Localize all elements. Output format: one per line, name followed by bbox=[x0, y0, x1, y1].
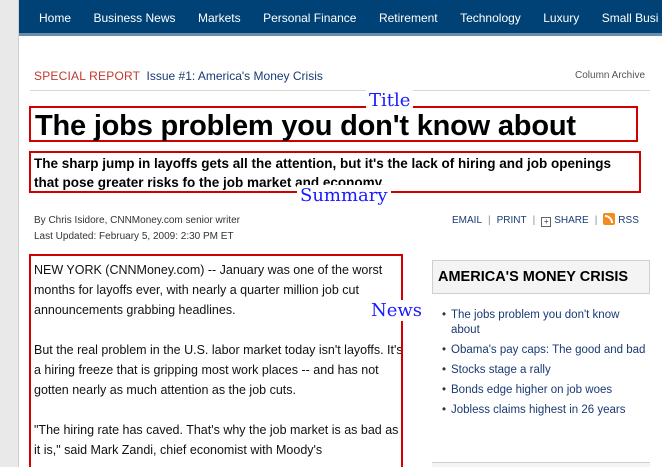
sidebar-item-link[interactable]: Stocks stage a rally bbox=[442, 363, 650, 378]
byline: By Chris Isidore, CNNMoney.com senior wr… bbox=[34, 213, 240, 245]
author-line: By Chris Isidore, CNNMoney.com senior wr… bbox=[34, 215, 240, 226]
nav-business-news[interactable]: Business News bbox=[93, 0, 175, 33]
rss-link[interactable]: RSS bbox=[603, 213, 639, 226]
nav-home[interactable]: Home bbox=[39, 0, 71, 33]
tool-separator: | bbox=[532, 215, 536, 226]
article-title: The jobs problem you don't know about bbox=[35, 110, 576, 142]
special-report-header: SPECIAL REPORT Issue #1: America's Money… bbox=[34, 69, 323, 83]
rss-icon bbox=[603, 213, 616, 225]
divider bbox=[30, 90, 650, 91]
share-link[interactable]: + SHARE bbox=[541, 215, 589, 227]
share-label: SHARE bbox=[554, 215, 589, 226]
nav-personal-finance[interactable]: Personal Finance bbox=[263, 0, 356, 33]
article-paragraph: "The hiring rate has caved. That's why t… bbox=[34, 423, 399, 457]
nav-luxury[interactable]: Luxury bbox=[543, 0, 579, 33]
email-link[interactable]: EMAIL bbox=[452, 215, 482, 226]
sidebar-item-link[interactable]: The jobs problem you don't know about bbox=[442, 308, 650, 338]
page-gutter bbox=[0, 0, 19, 467]
sidebar-list: The jobs problem you don't know about Ob… bbox=[432, 308, 650, 418]
news-annotation-box: NEW YORK (CNNMoney.com) -- January was o… bbox=[29, 254, 403, 467]
nav-small-business[interactable]: Small Busi bbox=[602, 0, 659, 33]
special-report-label: SPECIAL REPORT bbox=[34, 69, 141, 83]
news-annotation-label: News bbox=[368, 300, 426, 321]
article-paragraph: NEW YORK (CNNMoney.com) -- January was o… bbox=[34, 263, 383, 317]
sidebar-item-link[interactable]: Bonds edge higher on job woes bbox=[442, 383, 650, 398]
title-annotation-box: The jobs problem you don't know about bbox=[29, 106, 638, 142]
related-stories-sidebar: AMERICA'S MONEY CRISIS The jobs problem … bbox=[432, 260, 650, 467]
tool-separator: | bbox=[594, 215, 598, 226]
rss-label: RSS bbox=[618, 215, 639, 226]
sidebar-item-link[interactable]: Jobless claims highest in 26 years bbox=[442, 403, 650, 418]
sidebar-next-box bbox=[432, 462, 650, 467]
nav-technology[interactable]: Technology bbox=[460, 0, 521, 33]
top-navigation: Home Business News Markets Personal Fina… bbox=[19, 0, 662, 36]
sidebar-item-link[interactable]: Obama's pay caps: The good and bad bbox=[442, 343, 650, 358]
nav-markets[interactable]: Markets bbox=[198, 0, 241, 33]
share-plus-icon: + bbox=[541, 217, 552, 227]
special-report-issue-link[interactable]: Issue #1: America's Money Crisis bbox=[147, 69, 323, 83]
article-tools: EMAIL | PRINT | + SHARE | RSS bbox=[452, 213, 639, 227]
print-link[interactable]: PRINT bbox=[497, 215, 527, 226]
sidebar-heading: AMERICA'S MONEY CRISIS bbox=[432, 260, 650, 294]
summary-annotation-label: Summary bbox=[297, 185, 391, 206]
title-annotation-label: Title bbox=[366, 90, 414, 111]
article-paragraph: But the real problem in the U.S. labor m… bbox=[34, 343, 403, 397]
tool-separator: | bbox=[488, 215, 491, 226]
updated-timestamp: Last Updated: February 5, 2009: 2:30 PM … bbox=[34, 231, 234, 242]
column-archive-link[interactable]: Column Archive bbox=[575, 70, 645, 81]
nav-retirement[interactable]: Retirement bbox=[379, 0, 438, 33]
article-body: NEW YORK (CNNMoney.com) -- January was o… bbox=[34, 260, 403, 467]
